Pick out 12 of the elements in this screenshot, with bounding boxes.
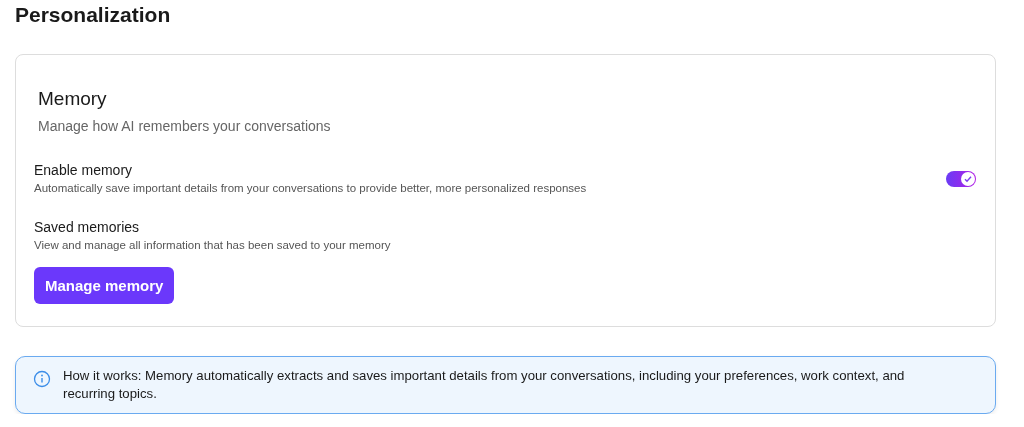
card-subtitle: Manage how AI remembers your conversations [38,117,332,135]
info-icon [33,370,51,388]
check-icon [963,173,973,184]
manage-memory-button[interactable]: Manage memory [34,267,175,304]
card-title: Memory [38,87,108,111]
setting-label: Saved memories [34,218,141,236]
setting-description: View and manage all information that has been saved to your memory [34,238,391,253]
setting-label: Enable memory [34,161,134,179]
page-title: Personalization [15,2,172,28]
info-text: How it works: Memory automatically extracts and saves important details from your conversations, including your preferences, work context, and recurring topics. [63,367,906,403]
toggle-switch[interactable] [946,170,976,187]
setting-description: Automatically save important details from your conversations to provide better, more personalized responses [34,181,587,196]
